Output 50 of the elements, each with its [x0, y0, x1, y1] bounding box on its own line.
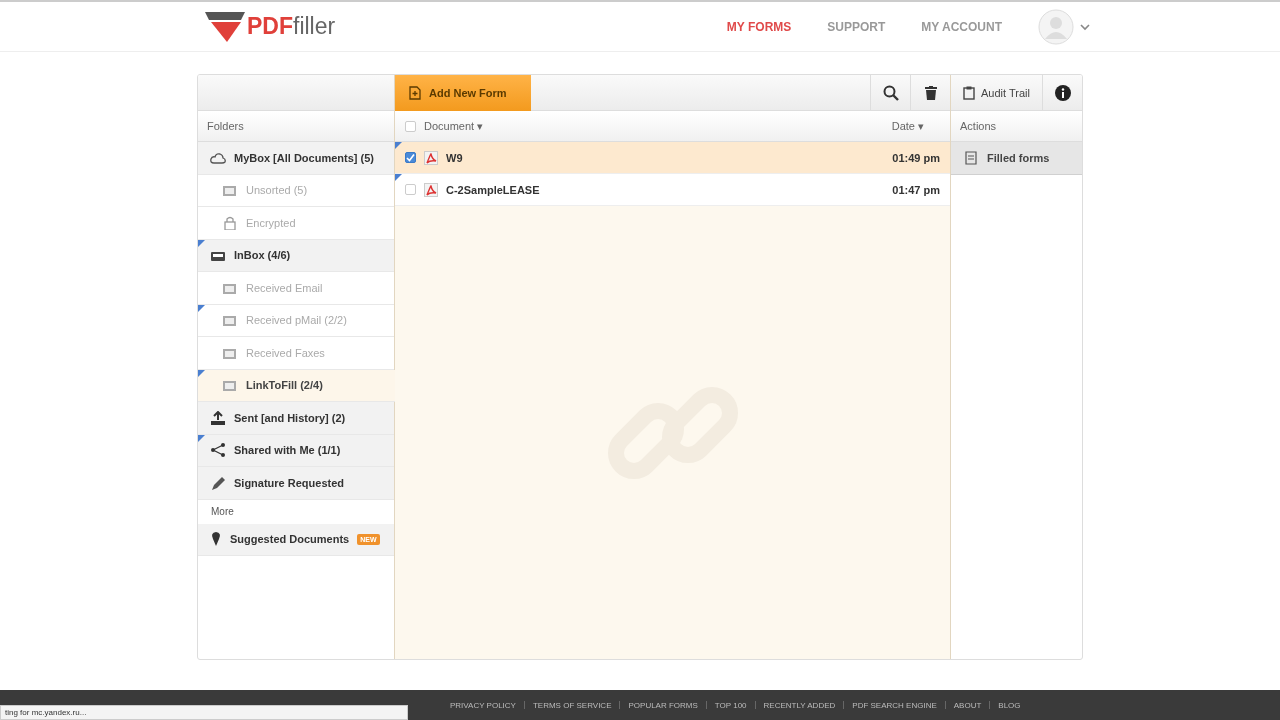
- search-icon: [882, 84, 899, 101]
- lock-icon: [222, 215, 238, 230]
- logo-icon: [205, 11, 245, 42]
- footer-link[interactable]: PRIVACY POLICY: [450, 700, 516, 710]
- pdf-icon: [424, 182, 438, 197]
- document-column-header[interactable]: Document ▾: [424, 119, 884, 133]
- footer-link[interactable]: PDF SEARCH ENGINE: [852, 700, 937, 710]
- caret-icon[interactable]: [1080, 22, 1090, 31]
- footer-link[interactable]: BLOG: [998, 700, 1021, 710]
- footer-link[interactable]: POPULAR FORMS: [628, 700, 698, 710]
- status-bar: ting for mc.yandex.ru...: [0, 705, 408, 720]
- date-column-header[interactable]: Date ▾: [891, 119, 924, 133]
- share-icon: [210, 443, 226, 458]
- folder-item[interactable]: Signature Requested: [198, 467, 394, 500]
- trash-icon: [924, 85, 937, 100]
- logo-text: PDFfiller: [247, 13, 336, 40]
- cloud-icon: [210, 150, 226, 165]
- footer-link[interactable]: TERMS OF SERVICE: [532, 700, 612, 710]
- upload-icon: [210, 410, 226, 425]
- folder-item[interactable]: MyBox [All Documents] (5): [198, 142, 394, 175]
- more-heading: More: [210, 505, 235, 519]
- document-date: 01:47 pm: [892, 183, 940, 196]
- row-checkbox[interactable]: [405, 152, 416, 163]
- folder-item[interactable]: InBox (4/6): [198, 239, 394, 272]
- folder-item[interactable]: Sent [and History] (2): [198, 402, 394, 435]
- document-name: C-2SampleLEASE: [446, 183, 541, 196]
- add-new-form-button[interactable]: Add New Form: [395, 75, 531, 111]
- document-plus-icon: [409, 86, 421, 100]
- document-date: 01:49 pm: [892, 151, 940, 164]
- folder-icon: [222, 183, 238, 198]
- select-all-checkbox[interactable]: [405, 120, 416, 132]
- folder-icon: [222, 378, 238, 393]
- folder-item[interactable]: Shared with Me (1/1): [198, 434, 394, 467]
- nav-link[interactable]: MY FORMS: [726, 19, 792, 34]
- document-icon: [965, 151, 977, 165]
- footer-link[interactable]: ABOUT: [953, 700, 982, 710]
- pin-icon: [210, 532, 222, 547]
- action-item[interactable]: Filled forms: [951, 142, 1082, 175]
- document-name: W9: [446, 151, 464, 164]
- document-row[interactable]: C-2SampleLEASE 01:47 pm: [395, 174, 950, 206]
- document-row[interactable]: W9 01:49 pm: [395, 142, 950, 174]
- pen-icon: [210, 475, 226, 490]
- folder-icon: [222, 313, 238, 328]
- info-icon: [1054, 84, 1071, 101]
- row-checkbox[interactable]: [405, 184, 416, 195]
- folder-item[interactable]: LinkToFill (2/4): [198, 369, 395, 402]
- footer-link[interactable]: RECENTLY ADDED: [763, 700, 836, 710]
- clipboard-icon: [963, 85, 976, 100]
- pdf-icon: [424, 150, 438, 165]
- footer-link[interactable]: TOP 100: [714, 700, 747, 710]
